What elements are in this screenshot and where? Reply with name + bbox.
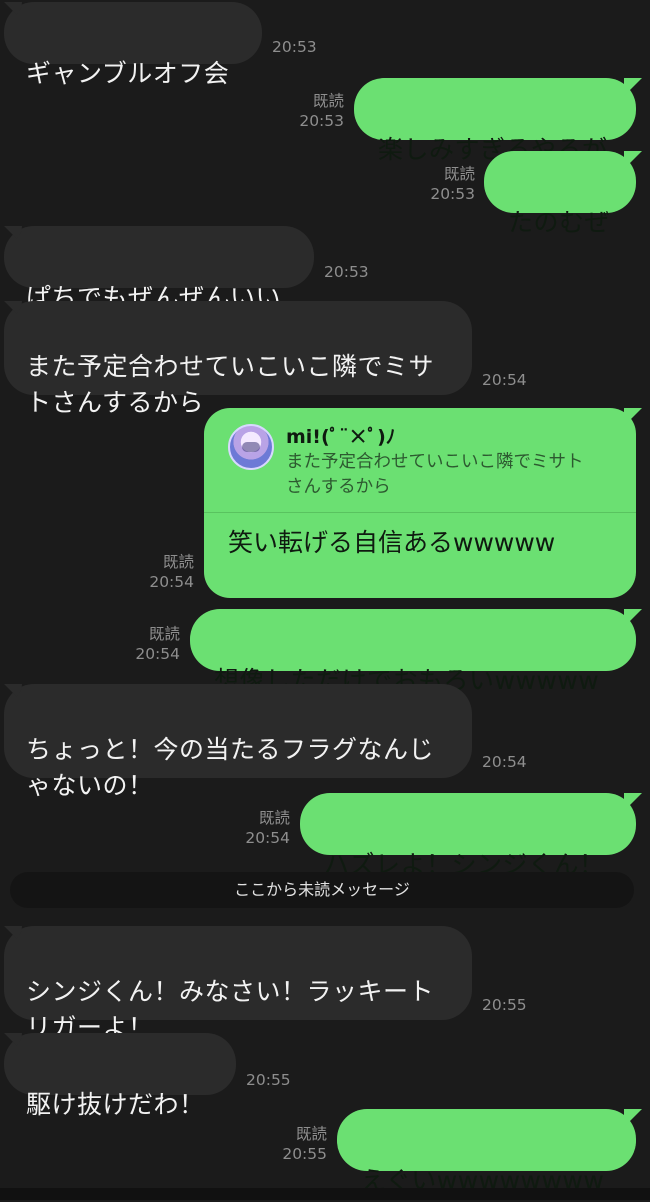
quoted-message[interactable]: mi!(ﾟ¨×ﾟ)ﾉ また予定合わせていこいこ隣でミサト さんするから	[204, 408, 636, 513]
message-bubble[interactable]: ちょっと！今の当たるフラグなんじ ゃないの！	[4, 684, 472, 800]
read-receipt: 既読	[312, 92, 344, 110]
message-meta: 20:53	[272, 37, 317, 57]
message-bubble[interactable]: 楽しみすぎるやろが	[354, 78, 642, 164]
quoted-text: また予定合わせていこいこ隣でミサト さんするから	[286, 452, 584, 497]
read-receipt: 既読	[162, 553, 194, 571]
message-bubble[interactable]: 駆け抜けだわ！	[4, 1033, 236, 1119]
reply-message-bubble[interactable]: mi!(ﾟ¨×ﾟ)ﾉ また予定合わせていこいこ隣でミサト さんするから 笑い転げ…	[204, 408, 642, 598]
message-time: 20:54	[135, 645, 180, 663]
message-time: 20:54	[482, 371, 527, 389]
unread-divider: ここから未読メッセージ	[10, 872, 634, 908]
message-time: 20:55	[246, 1071, 291, 1089]
message-meta: 20:53	[324, 262, 369, 282]
message-time: 20:53	[272, 38, 317, 56]
message-time: 20:55	[482, 996, 527, 1014]
avatar	[228, 424, 274, 470]
read-receipt: 既読	[295, 1125, 327, 1143]
message-time: 20:53	[430, 185, 475, 203]
message-meta: 既読 20:53	[299, 91, 344, 131]
message-bubble[interactable]: また予定合わせていこいこ隣でミサ トさんするから	[4, 301, 472, 417]
read-receipt: 既読	[258, 809, 290, 827]
message-time: 20:54	[482, 753, 527, 771]
message-bubble[interactable]: ハズレよ！シンジくん！	[300, 793, 642, 879]
message-bubble[interactable]: シンジくん！みなさい！ラッキート リガーよ！	[4, 926, 472, 1042]
message-text: たのむぜ	[508, 208, 611, 237]
message-meta: 20:55	[482, 995, 527, 1015]
chat-area[interactable]: ギャンブルオフ会 20:53 既読 20:53 楽しみすぎるやろが 既読 20:…	[0, 0, 650, 1200]
message-time: 20:53	[299, 112, 344, 130]
quoted-sender-name: mi!(ﾟ¨×ﾟ)ﾉ	[286, 426, 396, 448]
message-meta: 20:55	[246, 1070, 291, 1090]
message-bubble[interactable]: 想像しただけでおもろいwwwww	[190, 609, 642, 695]
unread-divider-label: ここから未読メッセージ	[234, 880, 410, 899]
message-time: 20:55	[282, 1145, 327, 1163]
message-text: ちょっと！今の当たるフラグなんじ ゃないの！	[26, 735, 435, 800]
message-meta: 既読 20:54	[245, 808, 290, 848]
message-meta: 既読 20:53	[430, 164, 475, 204]
read-receipt: 既読	[443, 165, 475, 183]
message-time: 20:54	[245, 829, 290, 847]
message-meta: 20:54	[482, 370, 527, 390]
message-bubble[interactable]: ギャンブルオフ会	[4, 2, 262, 88]
message-meta: 既読 20:55	[282, 1124, 327, 1164]
message-meta: 既読 20:54	[135, 624, 180, 664]
message-bubble[interactable]: ぱちでもぜんぜんいい	[4, 226, 314, 312]
message-bubble[interactable]: たのむぜ	[484, 151, 642, 237]
message-text: 笑い転げる自信あるwwwww	[228, 528, 556, 557]
read-receipt: 既読	[148, 625, 180, 643]
message-time: 20:54	[149, 573, 194, 591]
message-meta: 20:54	[482, 752, 527, 772]
message-bubble[interactable]: えぐいwwwwwwww	[337, 1109, 642, 1195]
message-text: ギャンブルオフ会	[26, 59, 230, 88]
message-time: 20:53	[324, 263, 369, 281]
bottom-edge	[0, 1188, 650, 1200]
message-text: 駆け抜けだわ！	[26, 1090, 205, 1119]
message-meta: 既読 20:54	[149, 552, 194, 592]
